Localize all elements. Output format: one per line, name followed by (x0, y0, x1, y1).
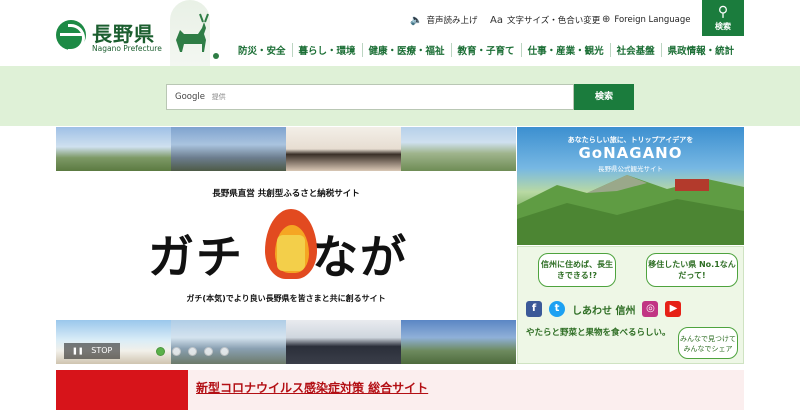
speech-bubble-migration: 移住したい県 No.1なんだって! (646, 253, 738, 287)
speaker-icon: 🔈 (410, 14, 423, 26)
nav-living-environment[interactable]: 暮らし・環境 (291, 43, 362, 57)
text-size-icon: Aa (490, 14, 503, 26)
header-illustration (160, 0, 240, 66)
nav-health-welfare[interactable]: 健康・医療・福祉 (361, 43, 451, 57)
google-search-input[interactable]: Google 提供 (166, 84, 574, 110)
covid-info-bar: 新型コロナウイルス感染症対策 総合サイト (56, 370, 744, 410)
sns-icon-row: f t しあわせ 信州 ◎ ▶ (526, 299, 736, 319)
carousel-dots (156, 347, 229, 356)
banner-subtitle: 長野県直営 共創型ふるさと納税サイト (212, 189, 360, 199)
gonagano-banner[interactable]: あなたらしい旅に、トリップアイデアを GoNAGANO 長野県公式観光サイト (517, 127, 744, 245)
photo-students (286, 320, 401, 364)
logo-text-jp: 長野県 (92, 22, 155, 46)
nav-disaster-safety[interactable]: 防災・安全 (236, 43, 292, 57)
carousel-dot[interactable] (204, 347, 213, 356)
header-search-label: 検索 (715, 22, 731, 31)
carousel-stop-label: STOP (91, 346, 113, 355)
voice-readout-label: 音声読み上げ (426, 16, 478, 26)
mountain-lodge-icon (675, 179, 709, 191)
banner-photo-row-top (56, 127, 516, 171)
text-size-color-label: 文字サイズ・色合い変更 (506, 16, 601, 26)
carousel-dot[interactable] (156, 347, 165, 356)
foreign-language-link[interactable]: ⊕ Foreign Language (602, 14, 691, 25)
site-search-band: Google 提供 検索 (0, 66, 800, 126)
globe-icon: ⊕ (602, 14, 611, 25)
carousel-dot[interactable] (172, 347, 181, 356)
site-search-submit-button[interactable]: 検索 (574, 84, 634, 110)
foreign-language-label: Foreign Language (614, 14, 691, 25)
search-icon: ⚲ (717, 4, 729, 20)
logo-text-en: Nagano Prefecture (92, 44, 162, 53)
nav-infrastructure[interactable]: 社会基盤 (609, 43, 661, 57)
banner-tagline: ガチ(本気)でより良い長野県を皆さまと共に創るサイト (186, 294, 386, 303)
shiawase-shinshu-slogan: しあわせ 信州 (572, 305, 636, 317)
mountain-landscape-icon (517, 175, 744, 245)
carousel-dot[interactable] (220, 347, 229, 356)
voice-readout-link[interactable]: 🔈 音声読み上げ (410, 14, 478, 27)
photo-hikers (56, 127, 171, 171)
vegetable-fruit-text: やたらと野菜と果物を食べるらしい。 (526, 328, 671, 338)
nav-education-childcare[interactable]: 教育・子育て (450, 43, 521, 57)
shiawase-shinshu-banner[interactable]: 信州に住めば、長生きできる!? 移住したい県 No.1なんだって! f t しあ… (517, 246, 744, 364)
share-bubble: みんなで見つけて みんなでシェア (678, 327, 738, 359)
covid-red-panel (56, 370, 188, 410)
nav-prefectural-info[interactable]: 県政情報・統計 (660, 43, 741, 57)
carousel-dot[interactable] (188, 347, 197, 356)
photo-hiker-summit (401, 320, 516, 364)
banner-title-right: なが (312, 230, 408, 284)
prefecture-emblem-icon (56, 20, 86, 52)
youtube-icon[interactable]: ▶ (665, 301, 682, 317)
site-logo[interactable]: 長野県 Nagano Prefecture (56, 18, 166, 58)
banner-title-left: ガチ (148, 230, 244, 284)
nav-work-industry-tourism[interactable]: 仕事・産業・観光 (520, 43, 610, 57)
google-brand-label: Google (175, 92, 205, 102)
photo-children (286, 127, 401, 171)
search-placeholder: 提供 (211, 93, 226, 101)
instagram-icon[interactable]: ◎ (642, 301, 659, 317)
photo-city (171, 320, 286, 364)
photo-river-valley (401, 127, 516, 171)
flame-fist-icon (261, 209, 321, 281)
site-header: 長野県 Nagano Prefecture 🔈 音声読み上げ Aa 文字サイズ・… (0, 0, 800, 66)
deer-illustration-icon (176, 13, 219, 59)
text-size-color-link[interactable]: Aa 文字サイズ・色合い変更 (490, 14, 601, 27)
pause-icon: ❚❚ (72, 347, 84, 355)
facebook-icon[interactable]: f (526, 301, 542, 317)
main-carousel-banner[interactable]: 長野県直営 共創型ふるさと納税サイト ガチ なが ガチ(本気)でより良い長野県を皆… (56, 127, 516, 364)
covid-portal-link[interactable]: 新型コロナウイルス感染症対策 総合サイト (196, 379, 428, 396)
global-navigation: 防災・安全 暮らし・環境 健康・医療・福祉 教育・子育て 仕事・産業・観光 社会… (236, 42, 740, 58)
photo-mountain-deck (171, 127, 286, 171)
carousel-stop-button[interactable]: ❚❚ STOP (64, 343, 120, 359)
header-search-button[interactable]: ⚲ 検索 (702, 0, 744, 36)
twitter-icon[interactable]: t (549, 301, 565, 317)
speech-bubble-longevity: 信州に住めば、長生きできる!? (538, 253, 616, 287)
banner-photo-row-bottom (56, 320, 516, 364)
